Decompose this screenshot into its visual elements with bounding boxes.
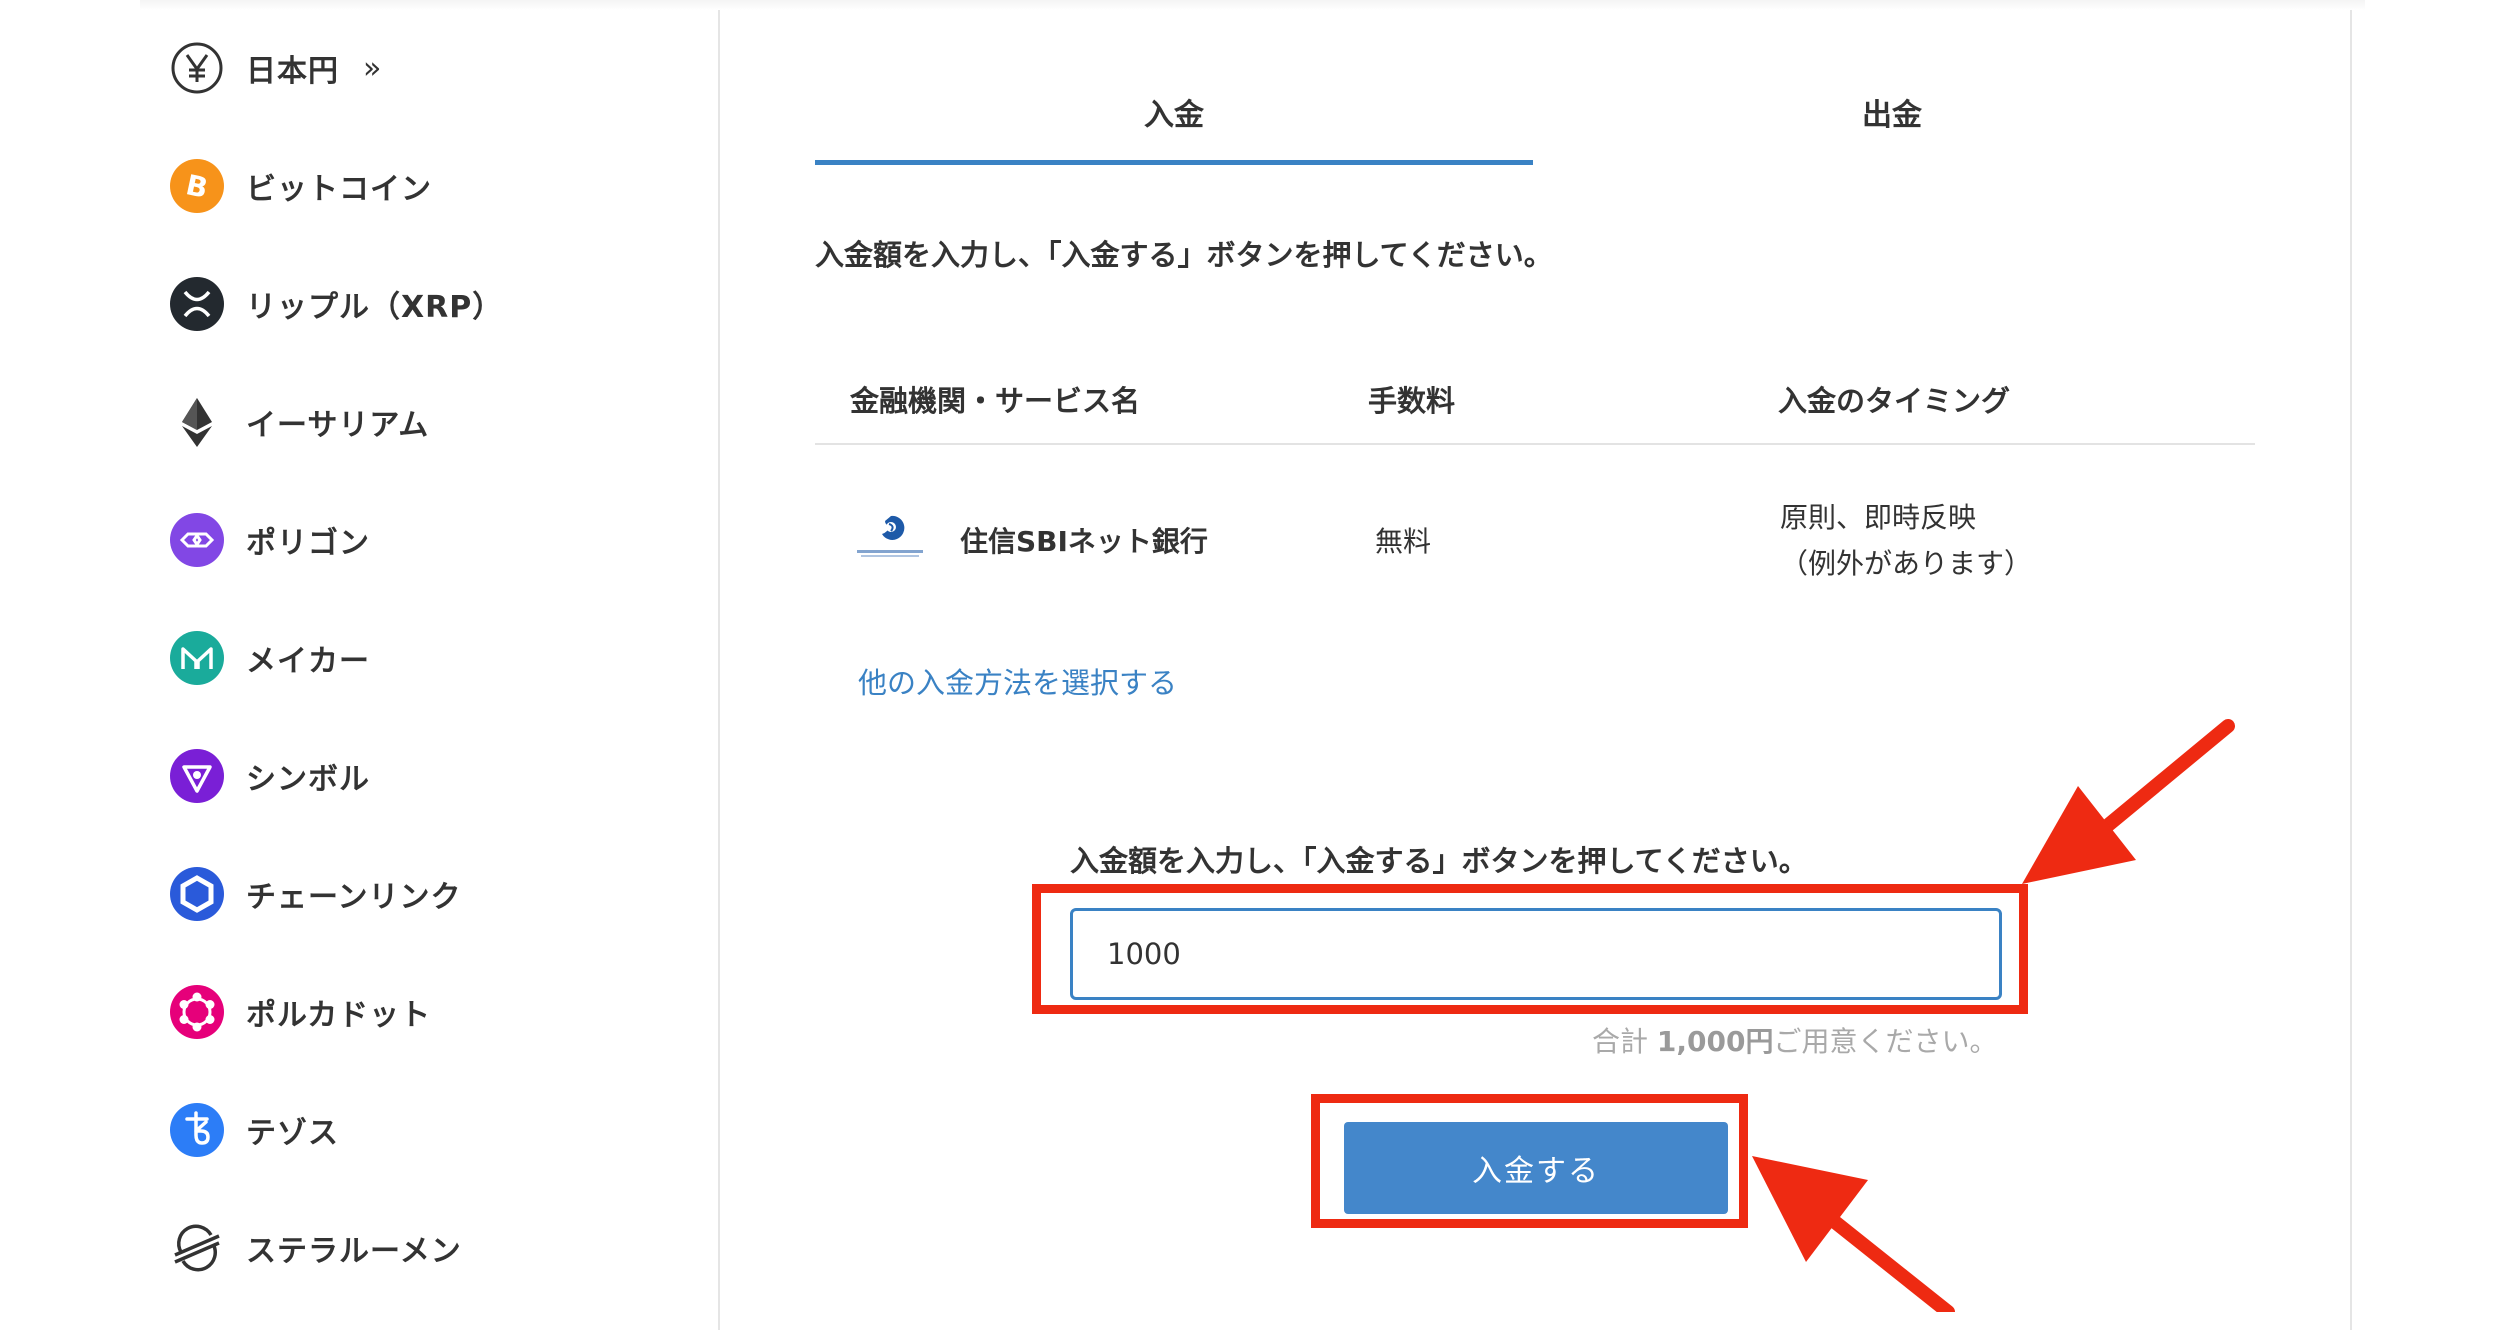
annotation-arrows [1752,719,2235,1312]
annotation-arrow-bottom [1752,1156,1955,1312]
annotation-arrow-top [2022,719,2235,884]
